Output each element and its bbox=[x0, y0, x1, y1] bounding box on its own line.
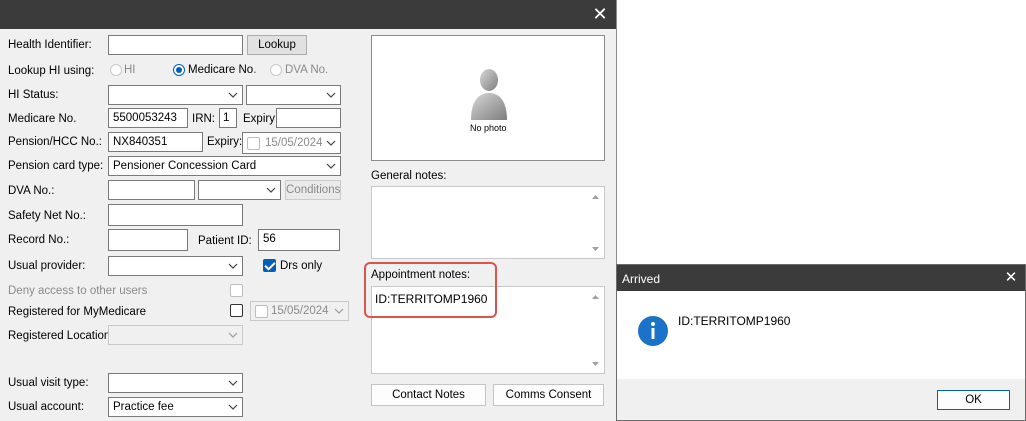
chevron-down-icon bbox=[266, 187, 276, 193]
chevron-down-icon bbox=[228, 332, 238, 338]
lookup-hi-label: Lookup HI using: bbox=[8, 65, 95, 77]
irn-label: IRN: bbox=[192, 113, 215, 125]
scroll-down-icon[interactable] bbox=[589, 243, 602, 255]
info-icon bbox=[638, 316, 668, 346]
pension-expiry-label: Expiry: bbox=[207, 136, 243, 148]
pension-expiry-date[interactable]: 15/05/2024 bbox=[242, 132, 341, 154]
pension-expiry-value: 15/05/2024 bbox=[265, 137, 323, 149]
ok-button[interactable]: OK bbox=[937, 390, 1010, 410]
deny-access-checkbox[interactable] bbox=[230, 284, 243, 297]
general-notes-textarea[interactable] bbox=[371, 186, 605, 259]
general-notes-label: General notes: bbox=[371, 170, 447, 182]
scroll-down-icon[interactable] bbox=[589, 358, 602, 370]
chevron-down-icon bbox=[326, 140, 336, 146]
radio-medicare-suffix: . bbox=[253, 64, 257, 76]
registered-mymedicare-checkbox[interactable] bbox=[230, 304, 243, 317]
comms-consent-button[interactable]: Comms Consent bbox=[493, 384, 604, 406]
usual-provider-label: Usual provider: bbox=[8, 260, 86, 272]
conditions-button[interactable]: Conditions bbox=[285, 180, 341, 200]
chevron-down-icon bbox=[326, 163, 336, 169]
medicare-label: Medicare No. bbox=[8, 113, 77, 125]
chevron-down-icon bbox=[228, 92, 238, 98]
usual-account-label: Usual account: bbox=[8, 401, 85, 413]
record-input[interactable] bbox=[108, 229, 188, 251]
medicare-expiry-input[interactable] bbox=[276, 108, 341, 128]
medicare-expiry-label: Expiry: bbox=[243, 113, 279, 125]
deny-access-label: Deny access to other users bbox=[8, 285, 148, 297]
registered-location-label: Registered Location: bbox=[8, 330, 114, 342]
irn-input[interactable]: 1 bbox=[219, 108, 237, 128]
radio-hi-label: HI bbox=[124, 64, 136, 76]
dva-input[interactable] bbox=[108, 180, 195, 200]
registered-location-select[interactable] bbox=[108, 325, 243, 345]
health-identifier-label: Health Identifier: bbox=[8, 39, 92, 51]
pension-card-type-select[interactable]: Pensioner Concession Card bbox=[108, 156, 341, 176]
contact-notes-button[interactable]: Contact Notes bbox=[371, 384, 486, 406]
hi-status-secondary-select[interactable] bbox=[246, 85, 341, 105]
registered-date-value: 15/05/2024 bbox=[271, 305, 329, 317]
patient-id-label: Patient ID: bbox=[198, 235, 252, 247]
patient-details-window: ✕ Health Identifier: Lookup Lookup HI us… bbox=[0, 0, 617, 421]
pension-card-type-value: Pensioner Concession Card bbox=[113, 160, 257, 172]
scroll-up-icon[interactable] bbox=[589, 191, 602, 203]
pension-input[interactable]: NX840351 bbox=[108, 132, 203, 152]
usual-visit-type-select[interactable] bbox=[108, 373, 243, 393]
registered-date[interactable]: 15/05/2024 bbox=[250, 301, 349, 321]
dialog-title: Arrived bbox=[622, 272, 661, 286]
drs-only-label: Drs only bbox=[280, 260, 323, 272]
person-silhouette-icon bbox=[471, 69, 507, 120]
radio-hi[interactable] bbox=[110, 64, 122, 76]
dialog-body: ID:TERRITOMP1960 bbox=[617, 291, 1025, 379]
close-icon[interactable]: ✕ bbox=[1001, 268, 1021, 288]
chevron-down-icon bbox=[326, 92, 336, 98]
hi-status-select[interactable] bbox=[108, 85, 243, 105]
safety-net-input[interactable] bbox=[108, 204, 243, 226]
radio-medicare-label: Medicare No. bbox=[188, 64, 257, 76]
radio-medicare[interactable] bbox=[173, 64, 185, 76]
no-photo-caption: No photo bbox=[470, 123, 507, 133]
radio-dva[interactable] bbox=[270, 64, 282, 76]
highlight-annotation bbox=[364, 262, 497, 318]
medicare-input[interactable]: 5500053243 bbox=[108, 108, 188, 128]
hi-status-label: HI Status: bbox=[8, 89, 59, 101]
chevron-down-icon bbox=[228, 263, 238, 269]
dialog-titlebar: Arrived ✕ bbox=[617, 265, 1025, 291]
window-titlebar bbox=[0, 0, 616, 29]
usual-provider-select[interactable] bbox=[108, 256, 243, 276]
scroll-up-icon[interactable] bbox=[589, 291, 602, 303]
record-label: Record No.: bbox=[8, 234, 70, 246]
chevron-down-icon bbox=[334, 308, 344, 314]
radio-dva-label: DVA No. bbox=[285, 64, 329, 76]
patient-photo[interactable]: No photo bbox=[371, 35, 605, 161]
safety-net-label: Safety Net No.: bbox=[8, 210, 86, 222]
patient-id-input[interactable]: 56 bbox=[258, 229, 340, 251]
pension-expiry-checkbox[interactable] bbox=[247, 137, 260, 150]
lookup-button[interactable]: Lookup bbox=[247, 35, 307, 55]
health-identifier-input[interactable] bbox=[108, 35, 243, 55]
dva-type-select[interactable] bbox=[198, 180, 281, 200]
chevron-down-icon bbox=[228, 380, 238, 386]
drs-only-checkbox[interactable] bbox=[263, 259, 276, 272]
arrived-dialog: Arrived ✕ ID:TERRITOMP1960 OK bbox=[616, 264, 1026, 421]
usual-account-select[interactable]: Practice fee bbox=[108, 397, 243, 417]
usual-account-value: Practice fee bbox=[113, 401, 174, 413]
dva-label: DVA No.: bbox=[8, 185, 55, 197]
pension-label: Pension/HCC No.: bbox=[8, 136, 102, 148]
pension-card-type-label: Pension card type: bbox=[8, 160, 104, 172]
chevron-down-icon bbox=[228, 404, 238, 410]
registered-mymedicare-label: Registered for MyMedicare bbox=[8, 306, 147, 318]
dialog-message: ID:TERRITOMP1960 bbox=[678, 314, 791, 328]
usual-visit-type-label: Usual visit type: bbox=[8, 377, 89, 389]
close-icon[interactable]: ✕ bbox=[588, 4, 612, 24]
registered-date-checkbox[interactable] bbox=[255, 305, 268, 318]
